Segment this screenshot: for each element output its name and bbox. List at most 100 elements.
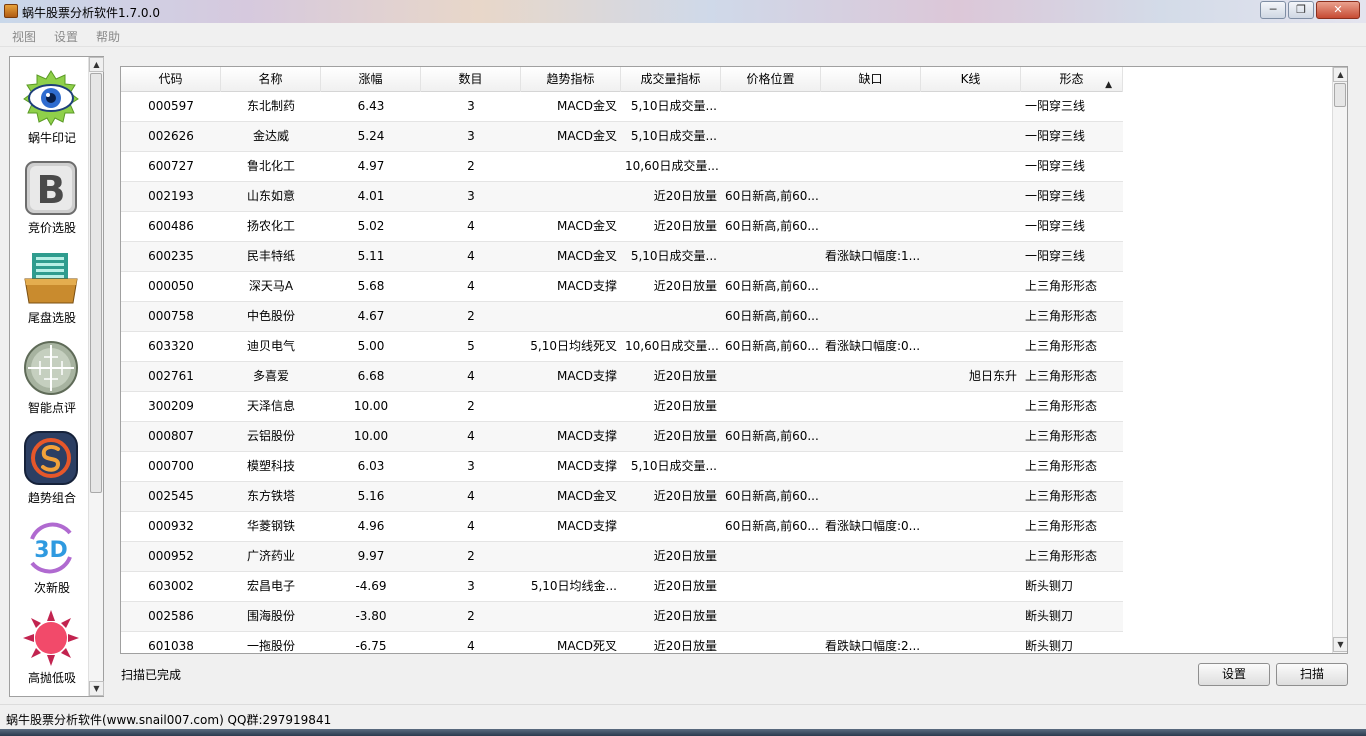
- table-row[interactable]: 000932 华菱钢铁 4.96 4 MACD支撑 60日新高,前60... 看涨缺口幅度:…: [121, 512, 1123, 542]
- table-row[interactable]: 300209 天泽信息 10.00 2 近20日放量 上三角形形态: [121, 392, 1123, 422]
- folder-icon: [24, 253, 78, 304]
- cell-pattern: 断头铡刀: [1025, 579, 1074, 593]
- menu-view[interactable]: 视图: [12, 28, 36, 45]
- table-row[interactable]: 601038 一拖股份 -6.75 4 MACD死叉 近20日放量 看跌缺口幅度:2... 断…: [121, 632, 1123, 653]
- cell-code: 002586: [148, 609, 194, 623]
- scroll-thumb[interactable]: [1334, 83, 1346, 107]
- table-row[interactable]: 000597 东北制药 6.43 3 MACD金叉 5,10日成交量... 一阳穿三线: [121, 92, 1123, 122]
- cell-pattern: 上三角形形态: [1025, 339, 1098, 353]
- cell-price-position: 60日新高,前60...: [725, 219, 819, 233]
- cell-code: 002761: [148, 369, 194, 383]
- sun-icon: [23, 610, 79, 666]
- cell-pattern: 一阳穿三线: [1025, 249, 1086, 263]
- minimize-button[interactable]: ─: [1260, 1, 1286, 19]
- table-row[interactable]: 002626 金达威 5.24 3 MACD金叉 5,10日成交量... 一阳穿三线: [121, 122, 1123, 152]
- cell-count: 4: [467, 219, 475, 233]
- scroll-up-button[interactable]: ▲: [1333, 67, 1347, 82]
- table-row[interactable]: 600235 民丰特纸 5.11 4 MACD金叉 5,10日成交量... 看涨缺口幅度:1…: [121, 242, 1123, 272]
- tool-snail-mark[interactable]: 蜗牛印记: [10, 65, 90, 155]
- cell-gap: [821, 482, 921, 511]
- header-col-volume[interactable]: 成交量指标: [621, 67, 721, 92]
- cell-price-position: [721, 242, 821, 271]
- header-label: 价格位置: [746, 72, 795, 86]
- header-col-name[interactable]: 名称: [221, 67, 321, 92]
- cell-kline: [921, 242, 1021, 271]
- settings-button[interactable]: 设置: [1198, 663, 1270, 686]
- cell-price-position: 60日新高,前60...: [725, 189, 819, 203]
- cell-volume: 近20日放量: [653, 549, 717, 563]
- cell-price-position: [721, 392, 821, 421]
- header-col-code[interactable]: 代码: [121, 67, 221, 92]
- cell-volume: 5,10日成交量...: [630, 459, 717, 473]
- cell-kline: 旭日东升: [968, 369, 1017, 383]
- cell-price-position: 60日新高,前60...: [725, 279, 819, 293]
- cell-name: 多喜爱: [252, 369, 289, 383]
- table-row[interactable]: 000050 深天马A 5.68 4 MACD支撑 近20日放量 60日新高,前60... 上…: [121, 272, 1123, 302]
- cell-code: 000758: [148, 309, 194, 323]
- tool-panel: 蜗牛印记 B 竞价选股 尾盘选股 智能点评 趋势组合 3D 次新股 高抛低吸 ▲…: [9, 56, 104, 697]
- header-col-trend[interactable]: 趋势指标: [521, 67, 621, 92]
- cell-volume: 5,10日成交量...: [630, 129, 717, 143]
- cell-price-position: 60日新高,前60...: [725, 309, 819, 323]
- cell-code: 000807: [148, 429, 194, 443]
- header-col-pattern[interactable]: 形态 ▲: [1021, 67, 1123, 92]
- cell-change: 5.11: [357, 249, 385, 263]
- table-row[interactable]: 000807 云铝股份 10.00 4 MACD支撑 近20日放量 60日新高,前60...…: [121, 422, 1123, 452]
- table-row[interactable]: 600727 鲁北化工 4.97 2 10,60日成交量... 一阳穿三线: [121, 152, 1123, 182]
- cell-change: 4.96: [357, 519, 385, 533]
- cell-change: 10.00: [353, 429, 389, 443]
- cell-price-position: [721, 452, 821, 481]
- table-row[interactable]: 603002 宏昌电子 -4.69 3 5,10日均线金... 近20日放量 断头铡刀: [121, 572, 1123, 602]
- tool-panel-scrollbar[interactable]: ▲ ▼: [88, 57, 104, 696]
- scroll-up-button[interactable]: ▲: [89, 57, 104, 72]
- cell-change: -3.80: [355, 609, 387, 623]
- menu-help[interactable]: 帮助: [96, 28, 120, 45]
- table-row[interactable]: 600486 扬农化工 5.02 4 MACD金叉 近20日放量 60日新高,前60... 一…: [121, 212, 1123, 242]
- cell-volume: 近20日放量: [653, 219, 717, 233]
- cell-count: 4: [467, 249, 475, 263]
- header-col-gap[interactable]: 缺口: [821, 67, 921, 92]
- header-col-count[interactable]: 数目: [421, 67, 521, 92]
- header-label: 缺口: [858, 72, 883, 86]
- maximize-button[interactable]: ❐: [1288, 1, 1314, 19]
- cell-kline: [921, 152, 1021, 181]
- cell-volume: 近20日放量: [653, 399, 717, 413]
- cell-trend: [521, 602, 621, 631]
- tool-close-pick[interactable]: 尾盘选股: [10, 245, 90, 335]
- header-label: K线: [960, 72, 981, 86]
- header-col-change[interactable]: 涨幅: [321, 67, 421, 92]
- table-header: 代码 名称 涨幅 数目 趋势指标 成交量指标 价格位置 缺口 K线 形态 ▲: [121, 67, 1123, 92]
- cell-code: 000597: [148, 99, 194, 113]
- tool-auction-pick[interactable]: B 竞价选股: [10, 155, 90, 245]
- tool-new-stock[interactable]: 3D 次新股: [10, 515, 90, 605]
- tool-label: 智能点评: [27, 401, 76, 415]
- scroll-down-button[interactable]: ▼: [89, 681, 104, 696]
- scroll-down-button[interactable]: ▼: [1333, 637, 1347, 652]
- cell-gap: 看涨缺口幅度:0...: [825, 339, 921, 353]
- header-col-kline[interactable]: K线: [921, 67, 1021, 92]
- cell-name: 一拖股份: [246, 639, 295, 653]
- cell-name: 宏昌电子: [246, 579, 295, 593]
- cell-volume: 10,60日成交量...: [625, 159, 719, 173]
- table-row[interactable]: 002193 山东如意 4.01 3 近20日放量 60日新高,前60... 一阳穿三线: [121, 182, 1123, 212]
- close-button[interactable]: ✕: [1316, 1, 1360, 19]
- table-row[interactable]: 002761 多喜爱 6.68 4 MACD支撑 近20日放量 旭日东升 上三角形形态: [121, 362, 1123, 392]
- table-row[interactable]: 000758 中色股份 4.67 2 60日新高,前60... 上三角形形态: [121, 302, 1123, 332]
- scan-button[interactable]: 扫描: [1276, 663, 1348, 686]
- table-scrollbar[interactable]: ▲ ▼: [1332, 67, 1347, 653]
- scroll-thumb[interactable]: [90, 73, 102, 493]
- table-row[interactable]: 603320 迪贝电气 5.00 5 5,10日均线死叉 10,60日成交量... 60日新…: [121, 332, 1123, 362]
- cell-kline: [921, 332, 1021, 361]
- tool-high-sell-low-buy[interactable]: 高抛低吸: [10, 605, 90, 695]
- cell-gap: [821, 92, 921, 121]
- table-row[interactable]: 002545 东方铁塔 5.16 4 MACD金叉 近20日放量 60日新高,前60... 上…: [121, 482, 1123, 512]
- table-row[interactable]: 000700 模塑科技 6.03 3 MACD支撑 5,10日成交量... 上三角形形态: [121, 452, 1123, 482]
- tool-trend-combo[interactable]: 趋势组合: [10, 425, 90, 515]
- table-row[interactable]: 002586 围海股份 -3.80 2 近20日放量 断头铡刀: [121, 602, 1123, 632]
- menu-settings[interactable]: 设置: [54, 28, 78, 45]
- table-row[interactable]: 000952 广济药业 9.97 2 近20日放量 上三角形形态: [121, 542, 1123, 572]
- cell-price-position: [721, 572, 821, 601]
- cell-pattern: 上三角形形态: [1025, 369, 1098, 383]
- header-col-price-position[interactable]: 价格位置: [721, 67, 821, 92]
- tool-smart-review[interactable]: 智能点评: [10, 335, 90, 425]
